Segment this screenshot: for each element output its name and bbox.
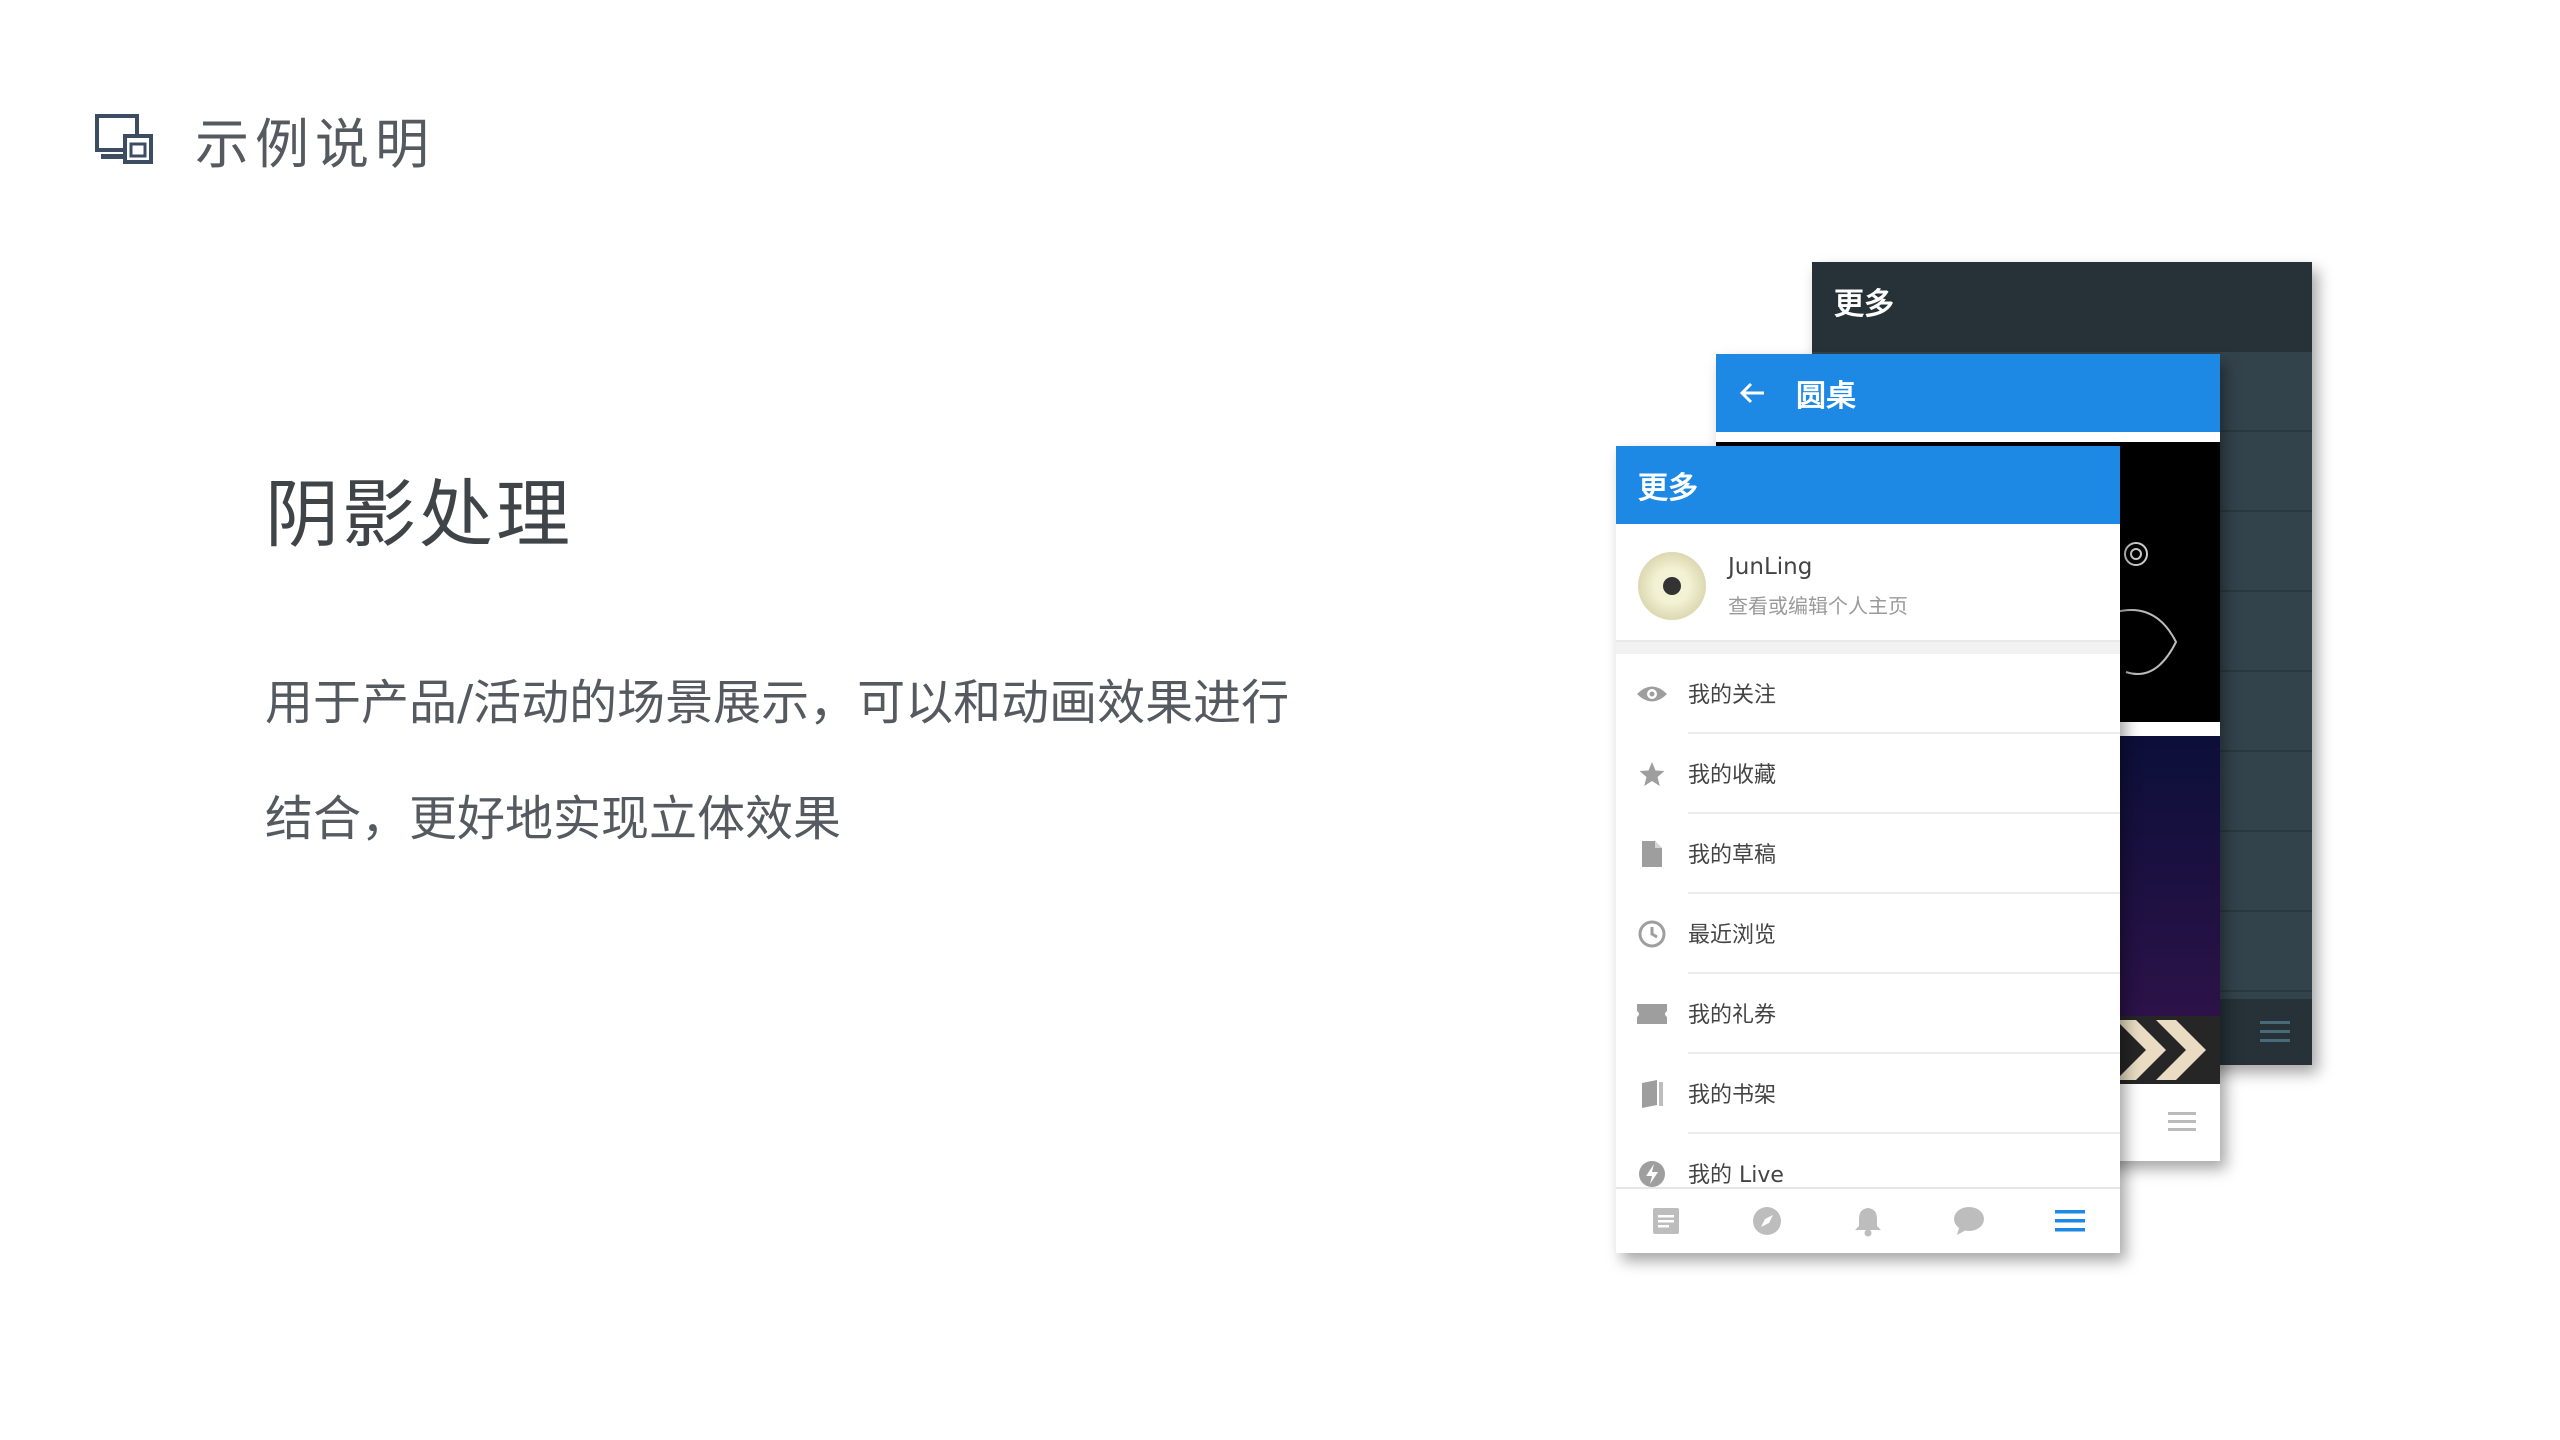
- section-description: 用于产品/活动的场景展示，可以和动画效果进行结合，更好地实现立体效果: [265, 675, 1290, 847]
- app-bar-title: 更多: [1834, 287, 1894, 322]
- devices-icon: [95, 113, 155, 166]
- menu-icon: [2168, 1112, 2196, 1131]
- app-bar: 更多: [1616, 446, 2120, 524]
- slide-header: 示例说明: [95, 100, 435, 179]
- profile-name: JunLing: [1728, 553, 1813, 580]
- document-icon: [1616, 840, 1688, 868]
- menu-item-coupons[interactable]: 我的礼券: [1616, 974, 2120, 1054]
- compass-icon[interactable]: [1747, 1201, 1787, 1241]
- avatar[interactable]: [1638, 552, 1706, 620]
- menu-item-label: 我的礼券: [1688, 974, 2120, 1054]
- menu-icon[interactable]: [2050, 1201, 2090, 1241]
- menu-item-label: 我的书架: [1688, 1054, 2120, 1134]
- menu-item-bookshelf[interactable]: 我的书架: [1616, 1054, 2120, 1134]
- app-bar-title: 圆桌: [1796, 379, 1856, 414]
- app-bar: 更多: [1812, 262, 2312, 340]
- app-bar-title: 更多: [1638, 471, 1698, 506]
- clock-icon: [1616, 919, 1688, 949]
- menu-item-label: 我的关注: [1688, 654, 2120, 734]
- arrow-left-icon[interactable]: [1738, 379, 1766, 407]
- profile-card[interactable]: JunLing 查看或编辑个人主页: [1616, 532, 2120, 642]
- bottom-tab-bar: [1616, 1187, 2120, 1253]
- profile-subtitle: 查看或编辑个人主页: [1728, 593, 1908, 618]
- menu-icon: [2260, 1021, 2290, 1042]
- book-icon: [1616, 1079, 1688, 1109]
- menu-item-label: 我的收藏: [1688, 734, 2120, 814]
- app-bar: 圆桌: [1716, 354, 2220, 432]
- slide-title: 示例说明: [195, 113, 435, 176]
- eye-icon: [1616, 683, 1688, 705]
- menu-item-recent[interactable]: 最近浏览: [1616, 894, 2120, 974]
- menu-item-label: 最近浏览: [1688, 894, 2120, 974]
- bell-icon[interactable]: [1848, 1201, 1888, 1241]
- chat-icon[interactable]: [1949, 1201, 1989, 1241]
- ticket-icon: [1616, 1003, 1688, 1025]
- menu-item-favorites[interactable]: 我的收藏: [1616, 734, 2120, 814]
- menu-item-following[interactable]: 我的关注: [1616, 654, 2120, 734]
- star-icon: [1616, 760, 1688, 788]
- menu-item-drafts[interactable]: 我的草稿: [1616, 814, 2120, 894]
- section-heading: 阴影处理: [265, 472, 573, 558]
- phone-screen-front: 更多 JunLing 查看或编辑个人主页 我的关注 我的收藏 我的草稿 最近浏览: [1616, 446, 2120, 1253]
- lightning-icon: [1616, 1159, 1688, 1189]
- feed-icon[interactable]: [1646, 1201, 1686, 1241]
- menu-item-label: 我的草稿: [1688, 814, 2120, 894]
